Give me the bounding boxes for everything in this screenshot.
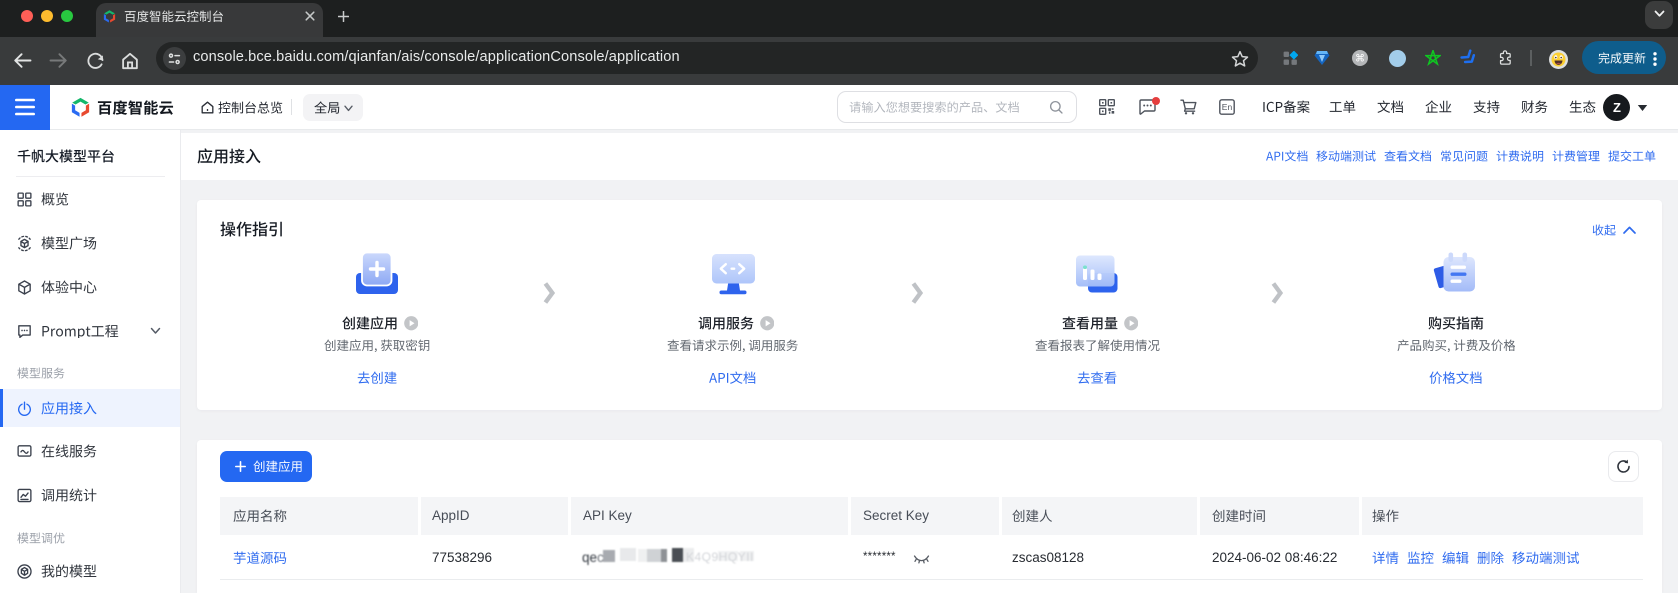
svg-text:⌘: ⌘ <box>1355 54 1365 65</box>
svg-text:En: En <box>1222 102 1233 112</box>
